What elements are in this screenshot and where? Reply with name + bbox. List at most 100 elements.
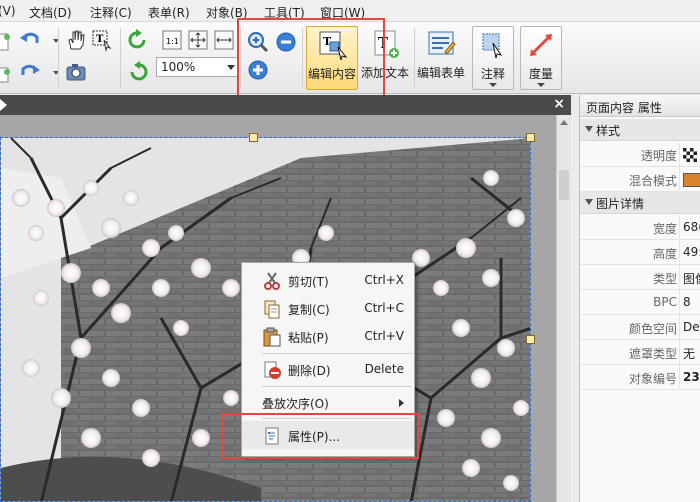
scrollbar-thumb[interactable] bbox=[559, 170, 569, 200]
section-style[interactable]: 样式 bbox=[580, 119, 700, 141]
annotate-icon bbox=[482, 33, 503, 59]
highlight-box bbox=[221, 413, 419, 459]
menu-item-paste[interactable]: 粘贴(P) Ctrl+V bbox=[242, 322, 414, 350]
menu-item-shortcut: Delete bbox=[364, 362, 404, 376]
resize-handle[interactable] bbox=[526, 335, 535, 344]
property-key: BPC bbox=[653, 295, 677, 309]
property-key: 透明度 bbox=[640, 149, 677, 163]
fit-width-icon[interactable] bbox=[212, 28, 236, 52]
submenu-arrow-icon bbox=[399, 399, 404, 407]
property-key: 颜色空间 bbox=[628, 322, 677, 336]
svg-text:T: T bbox=[96, 34, 104, 45]
fit-page-icon[interactable] bbox=[186, 28, 210, 52]
menu-item-shortcut: Ctrl+X bbox=[364, 273, 404, 287]
hand-tool-icon[interactable] bbox=[64, 28, 88, 52]
property-value: 49: bbox=[683, 245, 700, 259]
zoom-select[interactable]: 100% bbox=[156, 57, 238, 77]
property-row: BPC 8 bbox=[580, 290, 700, 315]
blend-mode-swatch[interactable] bbox=[683, 173, 700, 187]
section-label: 图片详情 bbox=[596, 197, 645, 211]
menu-item-delete[interactable]: 删除(D) Delete bbox=[242, 355, 414, 383]
property-row: 颜色空间 Dev bbox=[580, 315, 700, 340]
menu-document[interactable]: 文档(D) bbox=[29, 4, 72, 21]
vertical-scrollbar[interactable] bbox=[556, 115, 571, 502]
resize-handle[interactable] bbox=[249, 133, 258, 142]
chevron-down-icon[interactable] bbox=[227, 65, 235, 70]
annotate-label: 注释 bbox=[480, 67, 505, 81]
resize-handle[interactable] bbox=[526, 133, 535, 142]
snapshot-icon[interactable] bbox=[64, 60, 88, 84]
menu-item-cut[interactable]: 剪切(T) Ctrl+X bbox=[242, 266, 414, 294]
open-doc-icon[interactable] bbox=[0, 62, 14, 86]
edit-form-label: 编辑表单 bbox=[416, 66, 465, 80]
toolbar-separator bbox=[58, 28, 59, 88]
close-document-icon[interactable]: × bbox=[553, 96, 565, 112]
property-row: 对象编号 23 bbox=[580, 365, 700, 390]
chevron-down-icon bbox=[537, 83, 545, 87]
expand-arrow-icon[interactable] bbox=[0, 99, 7, 111]
property-row: 类型 图像 bbox=[580, 265, 700, 290]
redo-icon[interactable] bbox=[18, 60, 42, 84]
property-row: 混合模式 bbox=[580, 167, 700, 192]
property-key: 混合模式 bbox=[628, 174, 677, 188]
select-text-icon[interactable]: T bbox=[90, 28, 114, 52]
edit-form-button[interactable]: 编辑表单 bbox=[416, 26, 466, 90]
menu-item-label: 粘贴(P) bbox=[288, 331, 329, 345]
menu-item-label: 叠放次序(O) bbox=[262, 397, 329, 411]
properties-panel: 页面内容 属性 样式 透明度 混合模式 图片详情 宽度 68( 高度 49: 类… bbox=[579, 95, 700, 502]
menu-item-shortcut: Ctrl+V bbox=[364, 329, 404, 343]
menu-item-label: 删除(D) bbox=[288, 364, 331, 378]
section-label: 样式 bbox=[596, 124, 621, 138]
menu-item-copy[interactable]: 复制(C) Ctrl+C bbox=[242, 294, 414, 322]
actual-size-label: 1:1 bbox=[166, 37, 179, 46]
scissors-icon bbox=[264, 272, 280, 290]
collapse-icon bbox=[585, 199, 593, 205]
menu-form[interactable]: 表单(R) bbox=[148, 4, 190, 21]
menu-separator bbox=[262, 386, 412, 387]
undo-icon[interactable] bbox=[18, 28, 42, 52]
actual-size-icon[interactable]: 1:1 bbox=[160, 28, 184, 52]
section-image-details[interactable]: 图片详情 bbox=[580, 192, 700, 214]
property-row: 宽度 68( bbox=[580, 215, 700, 240]
scroll-up-icon[interactable] bbox=[560, 120, 568, 125]
chevron-down-icon bbox=[489, 83, 497, 87]
measure-label: 度量 bbox=[528, 67, 553, 81]
property-value: 无 bbox=[683, 347, 696, 361]
menu-item-label: 剪切(T) bbox=[288, 275, 329, 289]
copy-icon bbox=[264, 300, 280, 319]
annotate-button[interactable]: 注释 bbox=[472, 26, 514, 90]
rotate-cw-icon[interactable] bbox=[126, 60, 150, 84]
menu-separator bbox=[262, 353, 412, 354]
property-row: 高度 49: bbox=[580, 240, 700, 265]
menu-item-arrange-order[interactable]: 叠放次序(O) bbox=[242, 388, 414, 416]
property-row: 透明度 bbox=[580, 142, 700, 167]
property-value: 图像 bbox=[683, 272, 700, 286]
menu-comment[interactable]: 注释(C) bbox=[90, 4, 132, 21]
collapse-icon bbox=[585, 126, 593, 132]
checker-swatch-icon[interactable] bbox=[683, 148, 697, 162]
property-key: 遮罩类型 bbox=[628, 347, 677, 361]
measure-icon bbox=[530, 34, 552, 56]
panel-title: 页面内容 属性 bbox=[580, 95, 700, 117]
property-value: Dev bbox=[683, 320, 700, 334]
toolbar-separator bbox=[120, 28, 121, 88]
paste-icon bbox=[263, 327, 281, 347]
new-doc-icon[interactable] bbox=[0, 30, 14, 54]
rotate-ccw-icon[interactable] bbox=[126, 28, 150, 52]
delete-icon bbox=[264, 361, 281, 379]
document-tab-strip: × bbox=[0, 95, 571, 115]
menu-item-shortcut: Ctrl+C bbox=[364, 301, 404, 315]
property-value: 8 bbox=[683, 295, 691, 309]
property-key: 类型 bbox=[652, 272, 677, 286]
property-row: 遮罩类型 无 bbox=[580, 340, 700, 365]
property-value: 68( bbox=[683, 220, 700, 234]
menu-item-label: 复制(C) bbox=[288, 303, 330, 317]
property-key: 对象编号 bbox=[628, 372, 677, 386]
property-value: 23 bbox=[683, 370, 700, 384]
toolbar-separator bbox=[414, 28, 415, 88]
menu-view[interactable]: (V) bbox=[0, 4, 16, 18]
highlight-box bbox=[237, 18, 385, 97]
edit-form-icon bbox=[428, 31, 456, 55]
zoom-value: 100% bbox=[161, 60, 196, 74]
measure-button[interactable]: 度量 bbox=[520, 26, 562, 90]
